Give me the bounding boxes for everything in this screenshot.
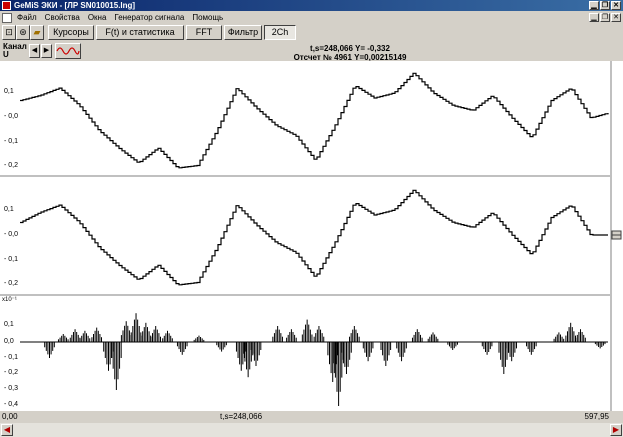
app-icon bbox=[2, 1, 11, 10]
close-button[interactable]: ✕ bbox=[611, 1, 621, 10]
info-bar: Канал U ◀ ▶ t,s=248,066 Y= -0,332 Отсчет… bbox=[0, 42, 623, 63]
signal-trace-1 bbox=[20, 72, 609, 169]
toolbar: ⊡ ⊛ ▰ Курсоры F(t) и статистика FFT Филь… bbox=[0, 24, 623, 42]
title-bar: GeMiS ЭКИ - [ЛР SN010015.lng] ▁ ❐ ✕ bbox=[0, 0, 623, 11]
y-tick-label: - 0,2 bbox=[4, 369, 18, 376]
menu-properties[interactable]: Свойства bbox=[41, 11, 84, 24]
child-minimize-button[interactable]: ▁ bbox=[589, 13, 599, 22]
y-tick-label: 0,1 bbox=[4, 206, 14, 213]
y-tick-label: 0,1 bbox=[4, 88, 14, 95]
y-tick-label: - 0,1 bbox=[4, 138, 18, 145]
signal-plot[interactable]: 0,1 - 0,0 - 0,1 - 0,2 0,1 - 0,0 - 0,1 - … bbox=[0, 61, 623, 411]
horizontal-scrollbar[interactable]: ◀ ▶ bbox=[0, 423, 623, 437]
stats-button[interactable]: F(t) и статистика bbox=[96, 25, 184, 40]
prev-channel-icon[interactable]: ◀ bbox=[29, 44, 40, 58]
x-end-label: 597,95 bbox=[584, 412, 609, 421]
channel-label: Канал U bbox=[3, 42, 27, 59]
y-tick-label: - 0,4 bbox=[4, 401, 18, 408]
y-tick-label: - 0,3 bbox=[4, 385, 18, 392]
y-tick-label: - 0,1 bbox=[4, 354, 18, 361]
menu-file[interactable]: Файл bbox=[13, 11, 41, 24]
cursors-button[interactable]: Курсоры bbox=[48, 25, 94, 40]
scroll-left-icon[interactable]: ◀ bbox=[1, 424, 13, 436]
document-icon[interactable] bbox=[2, 12, 12, 23]
menu-signal-generator[interactable]: Генератор сигнала bbox=[110, 11, 188, 24]
next-channel-icon[interactable]: ▶ bbox=[41, 44, 52, 58]
x-cursor-label: t,s=248,066 bbox=[220, 412, 263, 421]
fft-button[interactable]: FFT bbox=[186, 25, 222, 40]
y-tick-label: - 0,1 bbox=[4, 256, 18, 263]
y-exponent-label: x10⁻¹ bbox=[2, 297, 17, 303]
child-close-button[interactable]: ✕ bbox=[611, 13, 621, 22]
waveform-icon[interactable] bbox=[55, 43, 81, 59]
filter-button[interactable]: Фильтр bbox=[224, 25, 262, 40]
scope-icon[interactable]: ⊛ bbox=[16, 25, 30, 40]
y-tick-label: - 0,2 bbox=[4, 280, 18, 287]
y-tick-label: - 0,0 bbox=[4, 113, 18, 120]
y-tick-label: - 0,2 bbox=[4, 162, 18, 169]
window-title: GeMiS ЭКИ - [ЛР SN010015.lng] bbox=[14, 1, 136, 10]
minimize-button[interactable]: ▁ bbox=[589, 1, 599, 10]
menu-help[interactable]: Помощь bbox=[188, 11, 227, 24]
channel-value: U bbox=[3, 50, 9, 59]
menu-windows[interactable]: Окна bbox=[84, 11, 111, 24]
signal-trace-2 bbox=[20, 189, 608, 286]
cursor-readout: t,s=248,066 Y= -0,332 bbox=[310, 44, 390, 53]
y-tick-label: - 0,0 bbox=[4, 231, 18, 238]
open-folder-icon[interactable]: ▰ bbox=[30, 25, 44, 40]
y-tick-label: 0,0 bbox=[4, 338, 14, 345]
two-channel-button[interactable]: 2Ch bbox=[264, 25, 296, 40]
restore-button[interactable]: ❐ bbox=[600, 1, 610, 10]
scroll-right-icon[interactable]: ▶ bbox=[610, 424, 622, 436]
x-axis-bar: 0,00 t,s=248,066 597,95 bbox=[0, 411, 623, 423]
y-tick-label: 0,1 bbox=[4, 321, 14, 328]
child-restore-button[interactable]: ❐ bbox=[600, 13, 610, 22]
x-start-label: 0,00 bbox=[2, 412, 18, 421]
cursor-tool-icon[interactable]: ⊡ bbox=[2, 25, 16, 40]
menu-bar: Файл Свойства Окна Генератор сигнала Пом… bbox=[0, 11, 623, 24]
